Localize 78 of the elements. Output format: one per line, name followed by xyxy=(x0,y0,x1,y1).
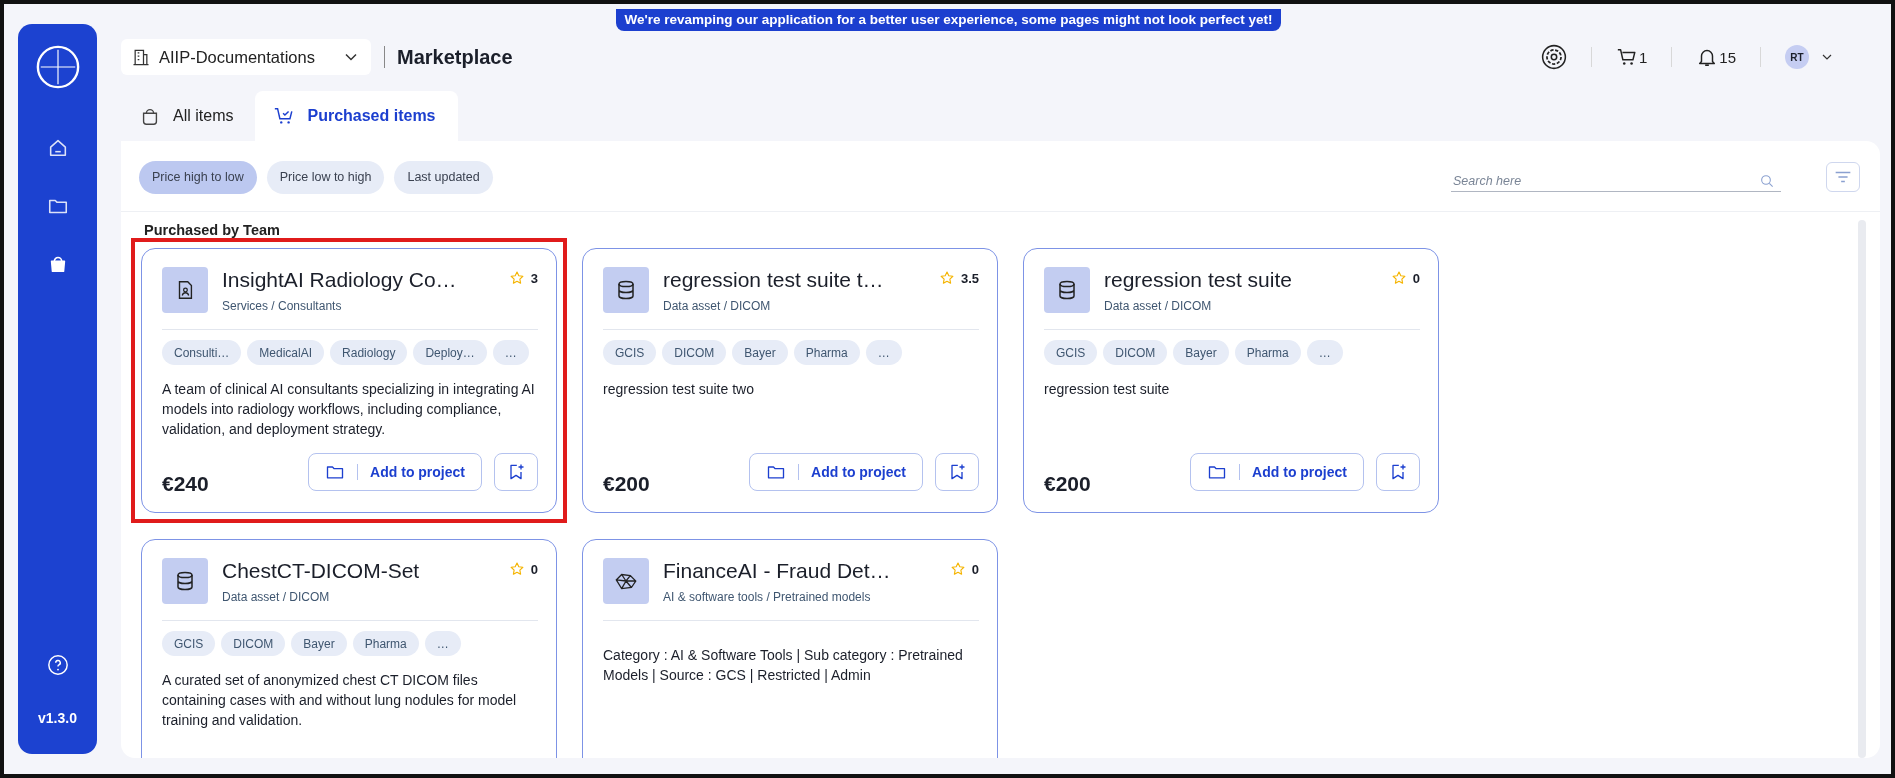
bookmark-button[interactable] xyxy=(935,453,979,491)
announcement-banner: We're revamping our application for a better user experience, some pages might not look perfect yet! xyxy=(616,9,1281,31)
tag-chip: Bayer xyxy=(1173,340,1229,365)
rating-value: 0 xyxy=(1412,270,1420,286)
tag-chip: GCIS xyxy=(603,340,657,365)
card-category: Data asset / DICOM xyxy=(1104,299,1213,313)
search-field[interactable]: Search here xyxy=(1451,170,1781,192)
tag-chip: Bayer xyxy=(732,340,788,365)
star-icon xyxy=(508,270,525,286)
help-icon[interactable] xyxy=(46,654,69,676)
card-title: InsightAI Radiology Co… xyxy=(222,268,458,292)
tag-chip: … xyxy=(865,340,902,365)
card-description: Category : AI & Software Tools | Sub category : Pretrained Models | Source : GCS | Restricted | Admin xyxy=(603,646,964,685)
card-description: A curated set of anonymized chest CT DICOM files containing cases with and without lung nodules for model training and validation. xyxy=(162,671,518,730)
product-card[interactable]: FinanceAI - Fraud Det… AI & software tools / Pretrained models 0 Category : AI & Software Tools | Sub category : Pretrained Models | Source : GCS | Restricted | Admin xyxy=(582,539,998,758)
rating-value: 3 xyxy=(530,270,538,286)
notifications-button[interactable]: 15 xyxy=(1696,46,1736,68)
tag-chip: … xyxy=(424,631,461,656)
price-label: €200 xyxy=(603,472,650,496)
add-to-project-button[interactable]: Add to project xyxy=(1190,453,1364,491)
logo-icon xyxy=(34,44,81,90)
tag-chip: Radiology xyxy=(330,340,408,365)
version-label: v1.3.0 xyxy=(38,710,77,726)
card-title: ChestCT-DICOM-Set xyxy=(222,559,421,583)
card-title: regression test suite t… xyxy=(663,268,885,292)
add-to-project-button[interactable]: Add to project xyxy=(308,453,482,491)
tag-chip: Pharma xyxy=(352,631,419,656)
tag-chip: Bayer xyxy=(291,631,347,656)
sort-chip[interactable]: Price low to high xyxy=(266,160,385,194)
card-title: regression test suite xyxy=(1104,268,1293,292)
card-category: Data asset / DICOM xyxy=(222,590,331,604)
tag-chip: … xyxy=(492,340,529,365)
sort-chip[interactable]: Last updated xyxy=(394,160,493,194)
star-icon xyxy=(949,561,966,577)
card-category: AI & software tools / Pretrained models xyxy=(663,590,872,604)
add-to-project-button[interactable]: Add to project xyxy=(749,453,923,491)
tag-chip: Pharma xyxy=(1234,340,1301,365)
star-icon xyxy=(938,270,955,286)
product-card[interactable]: regression test suite Data asset / DICOM 0 GCIS DICOM Bayer Pharma … regression test suite €200 Add to project xyxy=(1023,248,1439,513)
tag-chip: DICOM xyxy=(1103,340,1168,365)
tag-chip: GCIS xyxy=(1044,340,1098,365)
tag-chip: DICOM xyxy=(662,340,727,365)
card-category: Services / Consultants xyxy=(222,299,343,313)
cart-button[interactable]: 1 xyxy=(1615,46,1648,68)
price-label: €240 xyxy=(162,472,209,496)
card-description: regression test suite two xyxy=(603,380,755,399)
page-title: Marketplace xyxy=(397,45,513,69)
card-description: regression test suite xyxy=(1044,380,1171,399)
building-icon xyxy=(131,47,151,67)
sort-chip[interactable]: Price high to low xyxy=(139,160,257,194)
section-heading: Purchased by Team xyxy=(144,222,281,238)
tag-chip: DICOM xyxy=(221,631,286,656)
bookmark-button[interactable] xyxy=(1376,453,1420,491)
tag-chip: Pharma xyxy=(793,340,860,365)
tab[interactable]: All items xyxy=(121,91,256,141)
star-icon xyxy=(508,561,525,577)
search-icon xyxy=(1759,173,1775,189)
card-title: FinanceAI - Fraud Det… xyxy=(663,559,892,583)
rating-value: 0 xyxy=(971,561,979,577)
tag-chip: MedicalAI xyxy=(247,340,325,365)
price-label: €200 xyxy=(1044,472,1091,496)
card-category: Data asset / DICOM xyxy=(663,299,772,313)
user-avatar[interactable]: RT xyxy=(1785,45,1809,69)
cart-icon xyxy=(1615,46,1638,68)
settings-icon[interactable] xyxy=(1540,44,1567,70)
product-card[interactable]: ChestCT-DICOM-Set Data asset / DICOM 0 GCIS DICOM Bayer Pharma … A curated set of anonymized chest CT DICOM files containing cases with and without lung nodules for model training and validation. xyxy=(141,539,557,758)
workspace-dropdown[interactable]: AIIP-Documentations xyxy=(121,39,371,75)
tag-chip: Consulti… xyxy=(162,340,242,365)
rating-value: 0 xyxy=(530,561,538,577)
tag-chip: … xyxy=(1306,340,1343,365)
tag-chip: Deploy… xyxy=(413,340,487,365)
tab[interactable]: Purchased items xyxy=(255,91,458,141)
star-icon xyxy=(1390,270,1407,286)
product-card[interactable]: regression test suite t… Data asset / DICOM 3.5 GCIS DICOM Bayer Pharma … regression test suite two €200 Add to project xyxy=(582,248,998,513)
rating-value: 3.5 xyxy=(960,270,979,286)
tag-chip: GCIS xyxy=(162,631,216,656)
bookmark-button[interactable] xyxy=(494,453,538,491)
card-description: A team of clinical AI consultants specializing in integrating AI models into radiology workflows, including compliance, validation, and deployment strategy. xyxy=(162,380,536,439)
